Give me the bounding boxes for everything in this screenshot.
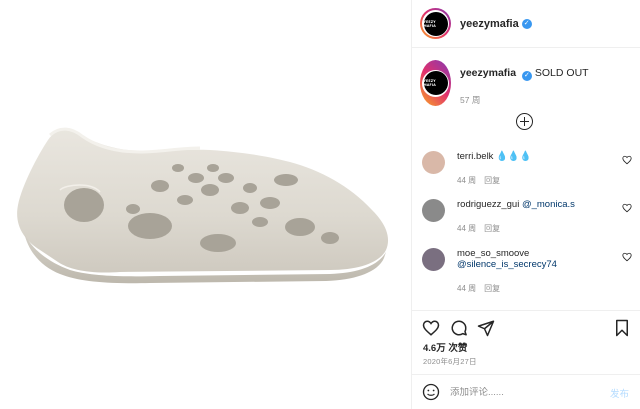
- post-header: YEEZY MAFIA yeezymafia ✓: [412, 0, 640, 48]
- reply-button[interactable]: 回复: [484, 224, 500, 233]
- add-comment-bar: 发布: [412, 374, 640, 409]
- comment-avatar[interactable]: [422, 248, 445, 271]
- instagram-post: YEEZY MAFIA yeezymafia ✓ YEEZY MAFIA yee…: [0, 0, 640, 409]
- verified-badge-icon: ✓: [521, 71, 532, 81]
- post-image[interactable]: [0, 0, 411, 409]
- comment-username[interactable]: rodriguezz_gui: [457, 199, 519, 210]
- comment-bubble-icon[interactable]: [450, 319, 468, 337]
- caption-username[interactable]: yeezymafia: [460, 67, 516, 79]
- comment-mention[interactable]: @silence_is_secrecy74: [457, 259, 557, 270]
- comment-username[interactable]: moe_so_smoove: [457, 248, 529, 259]
- verified-badge-icon: ✓: [521, 18, 532, 29]
- save-bookmark-icon[interactable]: [613, 319, 631, 337]
- comment-item: rodriguezz_gui @_monica.s 44 周回复: [422, 199, 632, 234]
- comment-avatar[interactable]: [422, 199, 445, 222]
- emoji-smiley-icon[interactable]: [422, 383, 440, 401]
- post-caption: YEEZY MAFIA yeezymafia ✓ SOLD OUT 57 周: [420, 60, 589, 106]
- caption-time[interactable]: 57 周: [460, 94, 589, 106]
- comment-item: moe_so_smoove @silence_is_secrecy74 44 周…: [422, 248, 632, 294]
- header-username[interactable]: yeezymafia: [460, 18, 519, 30]
- post-date: 2020年6月27日: [423, 357, 477, 366]
- comment-mention[interactable]: @_monica.s: [522, 199, 575, 210]
- comment-time[interactable]: 44 周: [457, 224, 476, 233]
- foam-runner-shoe-image: [17, 127, 389, 284]
- like-comment-heart-icon[interactable]: [622, 252, 632, 262]
- like-comment-heart-icon[interactable]: [622, 203, 632, 213]
- share-paper-plane-icon[interactable]: [477, 319, 495, 337]
- likes-count[interactable]: 4.6万 次赞: [423, 340, 467, 354]
- avatar-logo: YEEZY MAFIA: [423, 19, 436, 28]
- caption-avatar[interactable]: YEEZY MAFIA: [420, 60, 451, 106]
- reply-button[interactable]: 回复: [484, 284, 500, 293]
- comment-avatar[interactable]: [422, 151, 445, 174]
- comment-input[interactable]: [450, 386, 590, 398]
- caption-text: SOLD OUT: [534, 67, 589, 79]
- header-avatar[interactable]: YEEZY MAFIA: [420, 8, 451, 39]
- post-side-panel: YEEZY MAFIA yeezymafia ✓ YEEZY MAFIA yee…: [411, 0, 640, 409]
- load-more-comments-button[interactable]: [516, 113, 533, 130]
- comment-time[interactable]: 44 周: [457, 176, 476, 185]
- reply-button[interactable]: 回复: [484, 176, 500, 185]
- caption-avatar-logo: YEEZY MAFIA: [423, 79, 436, 87]
- post-comment-button[interactable]: 发布: [610, 386, 629, 400]
- comment-item: terri.belk 💧💧💧 44 周回复: [422, 151, 632, 186]
- comment-time[interactable]: 44 周: [457, 284, 476, 293]
- like-heart-icon[interactable]: [422, 319, 440, 337]
- comment-username[interactable]: terri.belk: [457, 151, 493, 162]
- comment-text: 💧💧💧: [496, 151, 532, 162]
- like-comment-heart-icon[interactable]: [622, 155, 632, 165]
